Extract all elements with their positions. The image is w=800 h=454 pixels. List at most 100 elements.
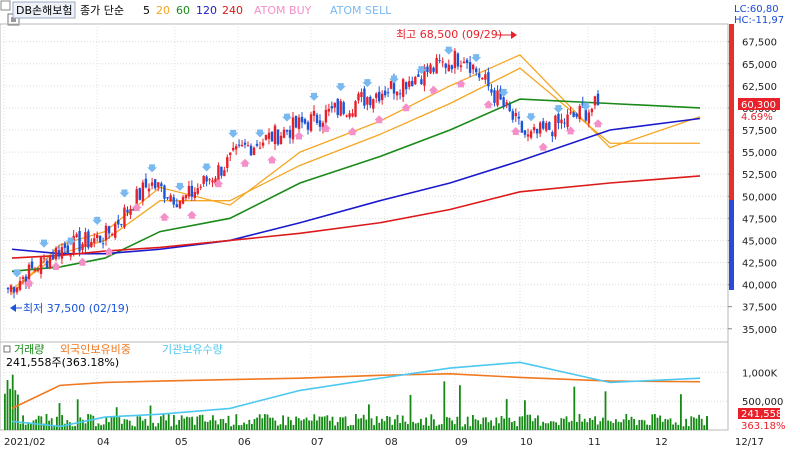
candle-body	[261, 142, 265, 146]
candle-body	[84, 232, 87, 247]
volume-bar	[537, 415, 539, 430]
candle-body	[36, 270, 40, 272]
candle-body	[351, 113, 354, 117]
high-annotation: 최고 68,500 (09/29)	[396, 28, 517, 41]
volume-bar	[500, 415, 503, 430]
menu-icon[interactable]	[0, 0, 11, 11]
volume-bar	[399, 422, 401, 430]
candle-body	[324, 109, 328, 123]
candle-body	[178, 200, 182, 209]
volume-bar	[648, 425, 651, 430]
volume-bar	[131, 425, 134, 430]
candle-body	[184, 195, 188, 199]
price-tick-label: 57,500	[742, 126, 777, 137]
volume-bar	[539, 425, 542, 430]
volume-bar	[329, 420, 331, 430]
volume-bar	[628, 420, 630, 430]
candle-body	[220, 166, 223, 176]
candle-body	[465, 59, 469, 64]
volume-values: 241,558주(363.18%)	[6, 356, 119, 369]
volume-bar	[258, 414, 261, 430]
candle-body	[372, 99, 375, 109]
volume-bar	[199, 415, 201, 430]
candle-body	[187, 185, 191, 197]
x-tick-label: 09	[455, 437, 468, 448]
candle-body	[285, 129, 289, 132]
volume-bar	[331, 416, 334, 430]
candle-body	[542, 121, 545, 129]
candle-body	[18, 280, 22, 290]
candle-body	[81, 243, 84, 250]
volume-bar	[206, 421, 209, 430]
volume-bar	[404, 421, 407, 430]
volume-bar	[323, 416, 326, 430]
volume-bar	[565, 416, 568, 430]
volume-bar	[61, 415, 63, 430]
volume-bar	[227, 415, 230, 430]
candle-body	[294, 115, 298, 128]
volume-bar	[381, 418, 383, 430]
price-tick-label: 42,500	[742, 259, 777, 270]
candle-body	[78, 230, 81, 252]
candle-body	[484, 74, 487, 80]
volume-settings-icon[interactable]	[3, 345, 11, 353]
volume-bar	[149, 405, 152, 430]
volume-bar	[633, 418, 635, 430]
candle-body	[596, 93, 600, 106]
candle-body	[560, 119, 563, 124]
volume-bar	[352, 425, 355, 430]
candle-body	[438, 60, 441, 62]
volume-bar	[193, 424, 196, 430]
candle-body	[395, 91, 399, 96]
volume-bar	[126, 419, 128, 430]
volume-bar	[342, 417, 344, 430]
volume-bar	[97, 423, 100, 430]
volume-bar	[615, 419, 617, 430]
candle-body	[450, 65, 454, 70]
volume-bar	[599, 421, 602, 430]
candle-body	[330, 106, 334, 109]
candle-body	[502, 97, 505, 107]
foreign-ratio-label: 외국인보유비중	[60, 343, 131, 356]
volume-bar-last	[706, 416, 708, 430]
candle-body	[69, 255, 72, 257]
x-tick-label: 08	[385, 437, 398, 448]
ma-5-label: 5	[143, 4, 150, 17]
volume-bar	[563, 418, 565, 430]
volume-bar	[24, 424, 27, 430]
volume-bar	[602, 417, 604, 430]
volume-bar	[407, 424, 409, 430]
volume-bar	[282, 415, 284, 430]
volume-bar	[680, 394, 682, 430]
candle-body	[150, 182, 154, 186]
volume-bar	[160, 416, 162, 430]
volume-bar	[56, 416, 58, 430]
candle-body	[249, 145, 253, 156]
volume-bar	[209, 420, 212, 430]
candle-body	[123, 207, 126, 228]
candle-body	[496, 90, 499, 106]
volume-bar	[204, 421, 206, 430]
candle-body	[487, 72, 490, 87]
volume-bar	[115, 407, 118, 430]
volume-bar	[664, 418, 667, 430]
candle-body	[120, 224, 123, 226]
volume-bar	[425, 417, 427, 430]
x-tick-label: 2021/02	[4, 437, 46, 448]
volume-bar	[604, 391, 607, 430]
volume-bar	[186, 416, 188, 430]
volume-bar	[92, 415, 95, 430]
candle-body	[578, 105, 581, 120]
volume-bar	[667, 419, 669, 430]
candle-body	[420, 79, 423, 85]
volume-badge-pct: 363.18%	[741, 421, 786, 432]
candle-body	[511, 111, 514, 120]
ma-120-label: 120	[196, 4, 217, 17]
candle-body	[160, 183, 163, 187]
volume-bar	[427, 425, 430, 430]
volume-bar	[269, 417, 271, 430]
volume-bar	[279, 424, 282, 430]
volume-bar	[703, 425, 706, 430]
candle-body	[414, 76, 417, 85]
candle-body	[234, 146, 238, 150]
